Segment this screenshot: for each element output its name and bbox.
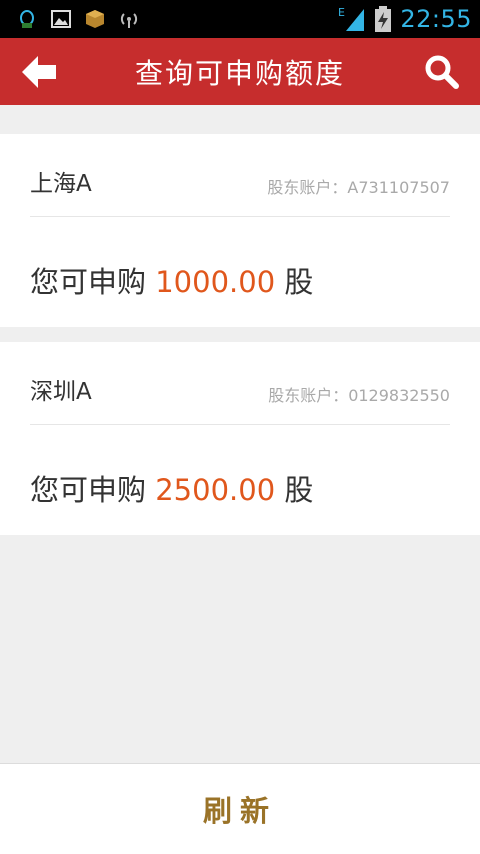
account-card-header: 深圳A 股东账户：0129832550 xyxy=(30,342,450,425)
back-button[interactable] xyxy=(18,52,64,92)
market-name: 深圳A xyxy=(30,379,92,405)
signal-icon: E xyxy=(338,6,365,31)
refresh-button[interactable]: 刷新 xyxy=(203,788,277,830)
search-icon xyxy=(425,55,459,89)
package-icon xyxy=(86,10,104,28)
header-bar: 查询可申购额度 xyxy=(0,38,480,105)
subscription-quota: 您可申购 1000.00 股 xyxy=(30,259,313,301)
subscription-quota: 您可申购 2500.00 股 xyxy=(30,467,313,509)
quota-prefix: 您可申购 xyxy=(30,265,147,299)
status-bar: E 22:55 xyxy=(0,0,480,38)
quota-unit: 股 xyxy=(284,265,314,299)
account-card: 深圳A 股东账户：0129832550 您可申购 2500.00 股 xyxy=(0,342,480,535)
image-icon xyxy=(51,10,71,28)
page-title: 查询可申购额度 xyxy=(134,56,345,90)
market-name: 上海A xyxy=(30,171,92,197)
bottom-bar: 刷新 xyxy=(0,763,480,854)
qq-icon xyxy=(20,10,34,28)
notification-icons xyxy=(0,8,140,30)
quota-amount: 2500.00 xyxy=(155,473,276,507)
system-indicators: E 22:55 xyxy=(338,0,472,38)
quota-amount: 1000.00 xyxy=(155,265,276,299)
arrow-left-icon xyxy=(22,56,56,88)
wireless-icon xyxy=(120,13,138,28)
network-type: E xyxy=(338,6,345,19)
quota-unit: 股 xyxy=(284,473,314,507)
clock: 22:55 xyxy=(400,5,472,33)
battery-charging-icon xyxy=(375,6,392,32)
account-card-header: 上海A 股东账户：A731107507 xyxy=(30,134,450,217)
shareholder-account: 股东账户：0129832550 xyxy=(268,386,450,405)
shareholder-account: 股东账户：A731107507 xyxy=(267,178,450,197)
quota-prefix: 您可申购 xyxy=(30,473,147,507)
search-button[interactable] xyxy=(422,52,462,92)
account-card: 上海A 股东账户：A731107507 您可申购 1000.00 股 xyxy=(0,134,480,327)
